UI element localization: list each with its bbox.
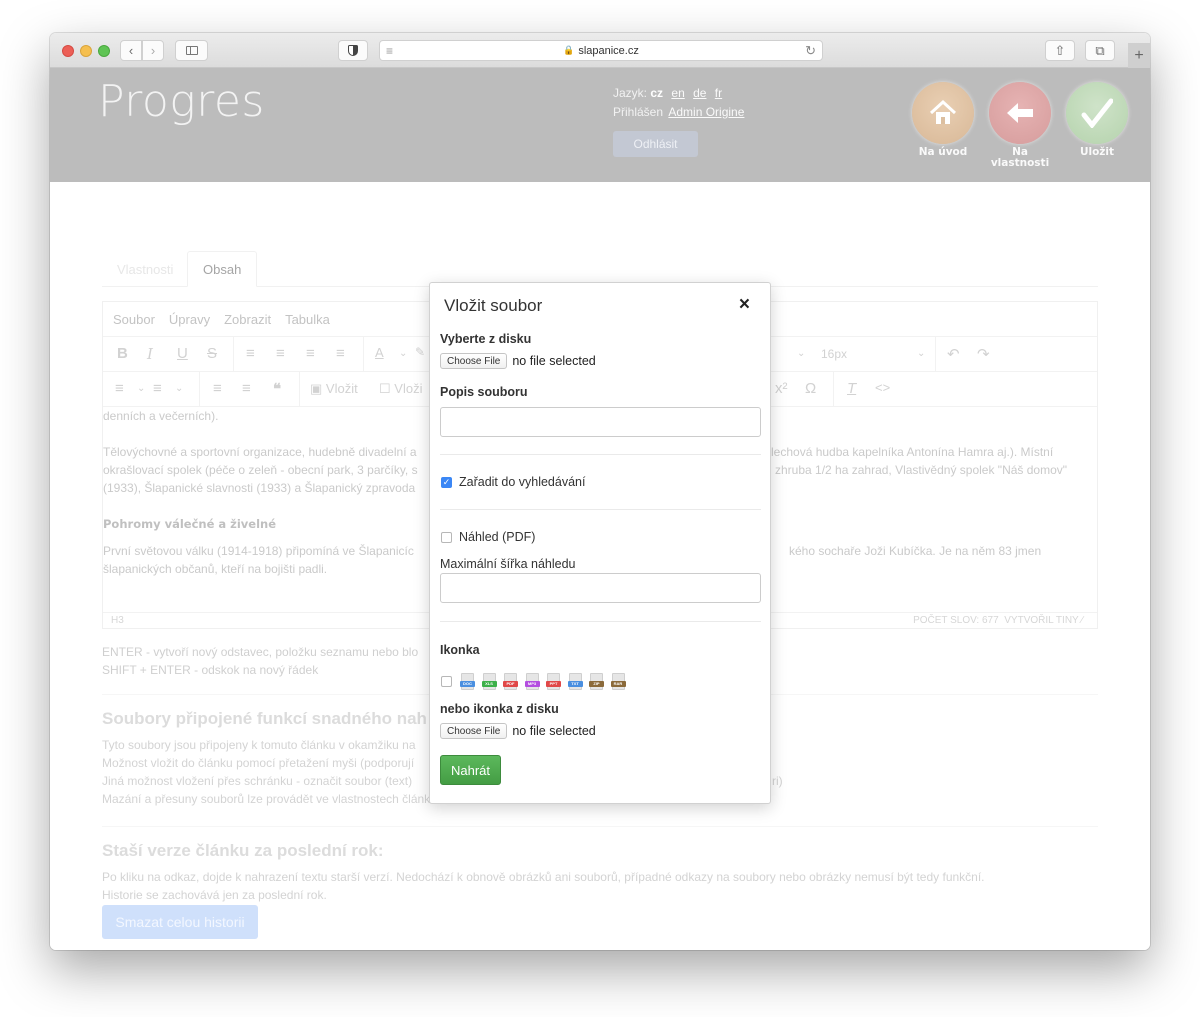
preview-checkbox-label: Náhled (PDF) [459,530,536,544]
share-icon: ⇧ [1054,42,1066,58]
reader-view-icon[interactable]: ≡ [386,44,393,58]
forward-button[interactable]: › [142,40,164,61]
choose-icon-file-button[interactable]: Choose File [440,723,508,739]
sidebar-toggle-button[interactable] [175,40,208,61]
close-window-button[interactable] [62,45,74,57]
icon-label: Ikonka [440,643,480,657]
divider [440,454,761,455]
mp3-file-icon[interactable]: MP3 [524,673,540,690]
tabs-icon: ⧉ [1095,42,1105,58]
choose-from-disk-label: Vyberte z disku [440,332,532,346]
icon-from-disk-label: nebo ikonka z disku [440,702,559,716]
divider [440,509,761,510]
doc-file-icon[interactable]: DOC [460,673,475,690]
lock-icon: 🔒 [563,45,575,55]
back-button[interactable]: ‹ [120,40,142,61]
insert-file-modal: Vložit soubor × Vyberte z disku Choose F… [429,282,771,804]
minimize-window-button[interactable] [80,45,92,57]
preview-checkbox[interactable] [441,531,452,543]
icon-picker: DOC XLS PDF MP3 PPT TXT ZIP RAR [441,673,632,690]
plus-icon: + [1134,46,1144,64]
reload-icon[interactable]: ↻ [805,43,816,59]
modal-title: Vložit soubor [444,296,543,315]
address-bar[interactable]: ≡ 🔒 slapanice.cz ↻ [379,40,823,61]
search-checkbox[interactable]: ✓ [441,476,452,488]
choose-file-button[interactable]: Choose File [440,353,508,369]
file-status: no file selected [512,354,596,368]
maximize-window-button[interactable] [98,45,110,57]
chevron-left-icon: ‹ [128,43,134,58]
max-width-label: Maximální šířka náhledu [440,557,576,571]
preview-checkbox-row[interactable]: Náhled (PDF) [441,530,535,544]
browser-toolbar: ‹ › ≡ 🔒 slapanice.cz ↻ ⇧ ⧉ + [50,33,1150,68]
search-checkbox-row[interactable]: ✓ Zařadit do vyhledávání [441,475,585,489]
description-label: Popis souboru [440,385,528,399]
url-text: slapanice.cz [578,44,639,57]
upload-button[interactable]: Nahrát [440,755,501,785]
pdf-file-icon[interactable]: PDF [503,673,518,690]
ppt-file-icon[interactable]: PPT [546,673,561,690]
desktop: ‹ › ≡ 🔒 slapanice.cz ↻ ⇧ ⧉ + Progres Jaz… [0,0,1200,1017]
max-width-input[interactable] [440,573,761,603]
browser-window: ‹ › ≡ 🔒 slapanice.cz ↻ ⇧ ⧉ + Progres Jaz… [50,33,1150,950]
sidebar-icon [185,46,198,55]
shield-icon [348,45,358,56]
icon-file-input: Choose File no file selected [440,723,596,739]
page: Progres Jazyk: cz en de fr Přihlášen Adm… [50,68,1150,950]
divider [440,621,761,622]
search-checkbox-label: Zařadit do vyhledávání [459,475,586,489]
icon-checkbox[interactable] [441,676,452,687]
zip-file-icon[interactable]: ZIP [589,673,604,690]
chevron-right-icon: › [150,43,156,58]
new-tab-button[interactable]: + [1128,43,1150,68]
privacy-shield-button[interactable] [338,40,368,61]
share-button[interactable]: ⇧ [1045,40,1075,61]
description-input[interactable] [440,407,761,437]
close-icon[interactable]: × [739,295,750,315]
tabs-overview-button[interactable]: ⧉ [1085,40,1115,61]
xls-file-icon[interactable]: XLS [481,673,497,690]
rar-file-icon[interactable]: RAR [610,673,626,690]
file-input: Choose File no file selected [440,353,596,369]
txt-file-icon[interactable]: TXT [567,673,583,690]
icon-file-status: no file selected [512,724,596,738]
